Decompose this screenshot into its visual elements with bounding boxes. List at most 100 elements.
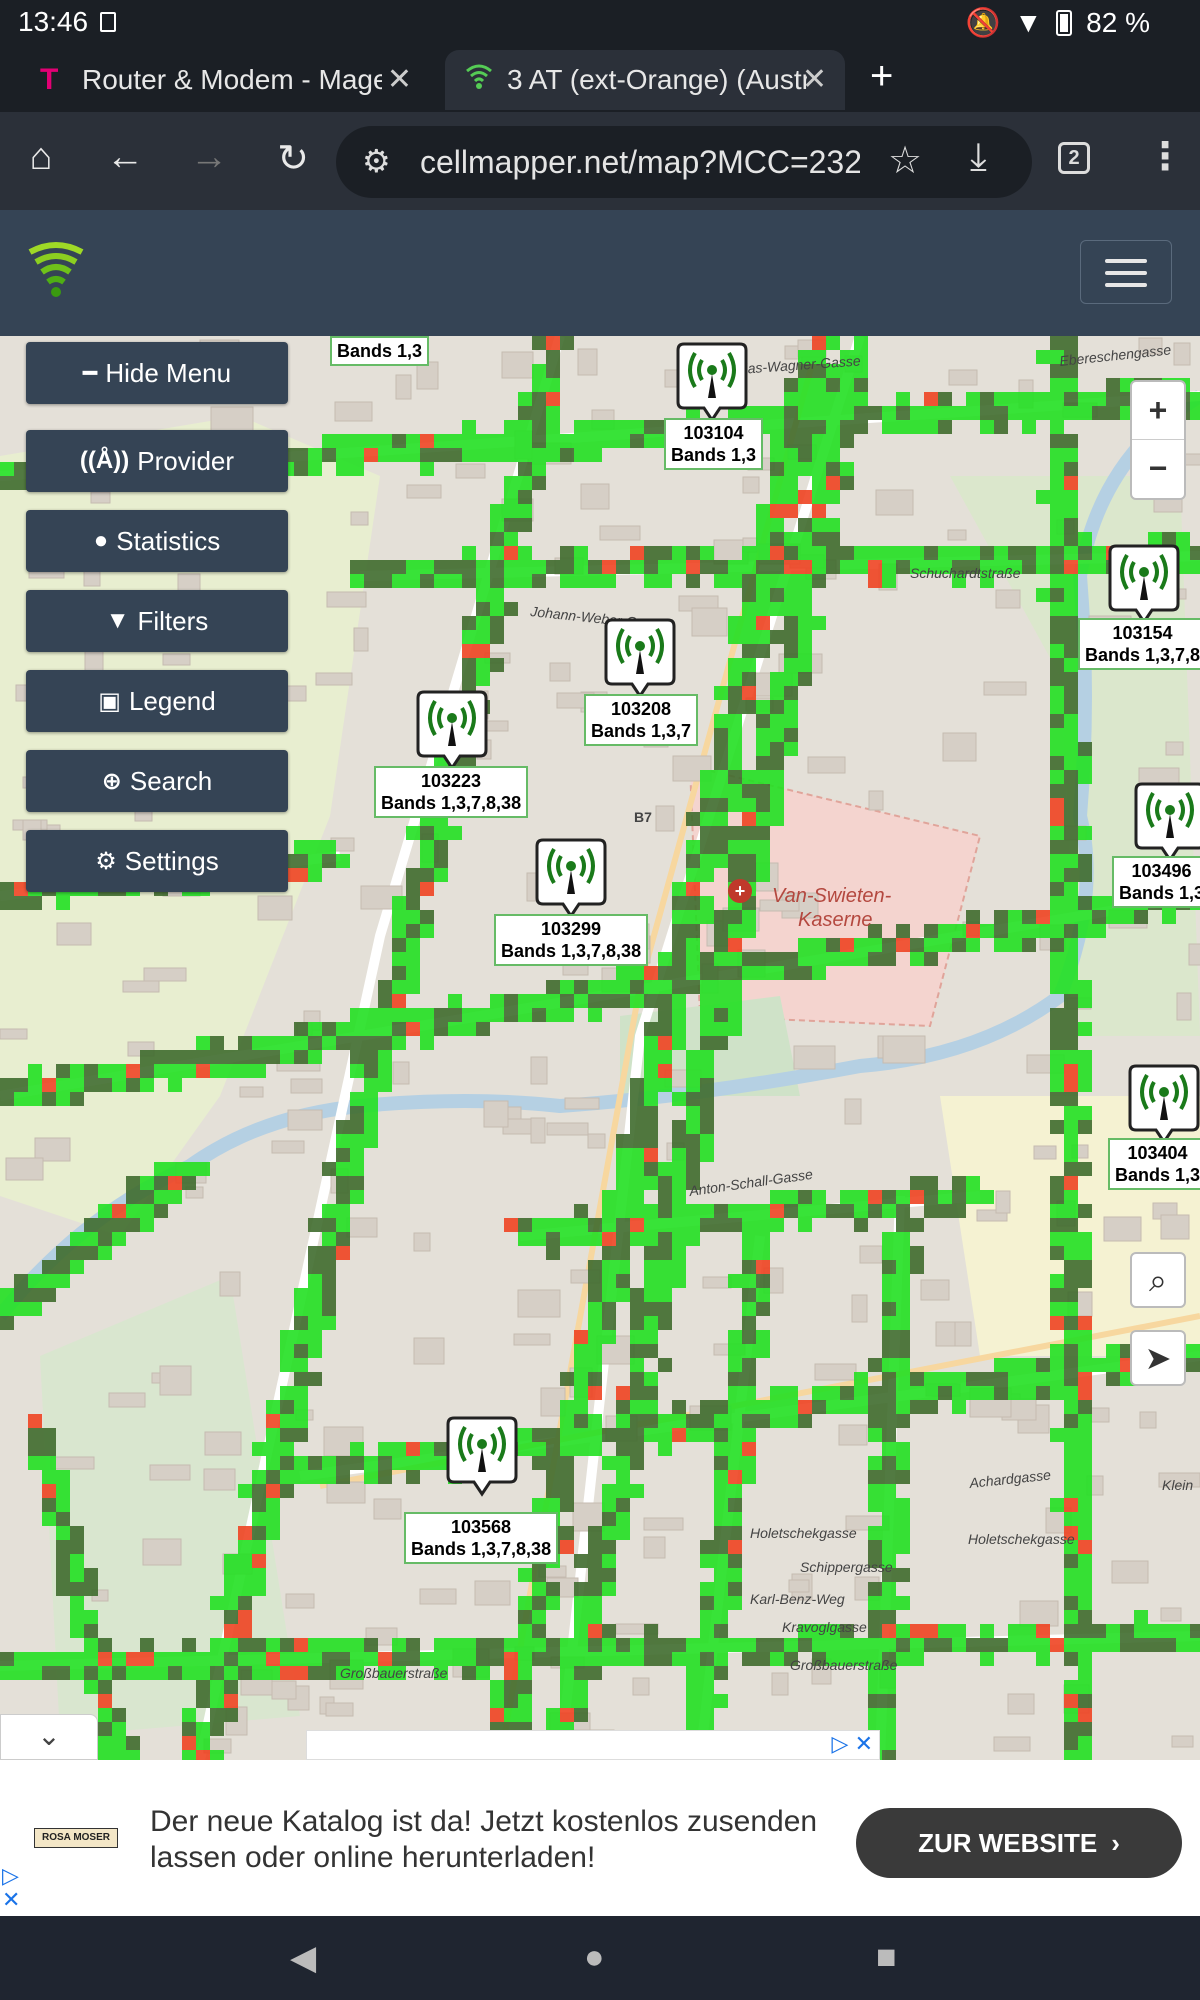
cell-tower-marker[interactable] [535,836,607,920]
tower-label[interactable]: 103223 Bands 1,3,7,8,38 [374,766,529,818]
coverage-cell [896,1414,910,1428]
reload-icon[interactable]: ↻ [268,136,318,181]
coverage-cell [700,1680,714,1694]
coverage-cell [742,546,756,560]
download-icon[interactable]: ⤓ [970,136,987,179]
hamburger-menu-button[interactable] [1080,240,1172,304]
coverage-cell [238,1666,252,1680]
building [203,1468,236,1491]
coverage-cell [812,490,826,504]
search-button[interactable]: ⊕ Search [26,750,288,812]
coverage-cell [378,560,392,574]
url-text[interactable]: cellmapper.net/map?MCC=232 [420,144,860,181]
coverage-cell [420,1022,434,1036]
ad-info-icon[interactable]: ▷ ✕ [2,1864,20,1912]
coverage-cell [868,560,882,574]
coverage-cell [924,1372,938,1386]
coverage-cell [630,1078,644,1092]
cell-tower-marker[interactable] [1108,542,1180,626]
tower-label[interactable]: 103208 Bands 1,3,7 [584,694,699,746]
tower-label[interactable]: 103299 Bands 1,3,7,8,38 [494,914,649,966]
ad-cta-button[interactable]: ZUR WEBSITE › [856,1808,1182,1878]
tower-label[interactable]: 103568 Bands 1,3,7,8,38 [404,1512,559,1564]
map-view[interactable]: Matthias-Wagner-Gasse Ebereschengasse Sc… [0,336,1200,1760]
tower-label[interactable]: 103496 Bands 1,3 [1112,856,1200,908]
coverage-cell [868,1400,882,1414]
coverage-cell [308,1246,322,1260]
building [564,1097,600,1110]
tower-label[interactable]: Bands 1,3 [330,336,430,366]
coverage-cell [910,406,924,420]
nav-back-icon[interactable]: ◀ [290,1938,316,1978]
close-tab-icon[interactable]: ✕ [387,62,412,97]
coverage-cell [1134,1610,1148,1624]
coverage-cell [546,350,560,364]
tab-router-modem[interactable]: T Router & Modem - Mager ✕ [20,50,430,110]
coverage-cell [378,1652,392,1666]
nav-home-icon[interactable]: ● [584,1938,605,1977]
coverage-cell [588,560,602,574]
tower-label[interactable]: 103154 Bands 1,3,7,8 [1078,618,1200,670]
cell-tower-marker[interactable] [1128,1062,1200,1146]
coverage-cell [182,1736,196,1750]
settings-button[interactable]: ⚙ Settings [26,830,288,892]
coverage-cell [42,1274,56,1288]
coverage-cell [714,910,728,924]
hide-menu-button[interactable]: ━ Hide Menu [26,342,288,404]
tab-switcher-button[interactable]: 2 [1058,142,1090,174]
provider-button[interactable]: ((Å)) Provider [26,430,288,492]
filters-button[interactable]: ▼ Filters [26,590,288,652]
nav-recents-icon[interactable]: ■ [876,1938,897,1977]
cell-tower-marker[interactable] [446,1414,518,1498]
coverage-cell [84,1568,98,1582]
coverage-cell [252,1498,266,1512]
coverage-cell [700,1428,714,1442]
coverage-cell [266,1036,280,1050]
tab-cellmapper[interactable]: 3 AT (ext-Orange) (Austri ✕ [445,50,845,110]
building [643,1517,684,1531]
forward-icon[interactable]: → [184,136,234,179]
tower-label[interactable]: 103104 Bands 1,3 [664,418,764,470]
coverage-cell [70,1526,84,1540]
home-icon[interactable]: ⌂ [16,136,66,179]
coverage-cell [1190,1344,1200,1358]
coverage-cell [1022,938,1036,952]
bookmark-star-icon[interactable]: ☆ [888,138,922,183]
coverage-cell [1092,560,1106,574]
ad-text[interactable]: Der neue Katalog ist da! Jetzt kostenlos… [150,1804,830,1876]
coverage-cell [896,1358,910,1372]
cell-tower-marker[interactable] [416,688,488,772]
close-tab-icon[interactable]: ✕ [802,62,827,97]
legend-button[interactable]: ▣ Legend [26,670,288,732]
new-tab-button[interactable]: + [870,54,893,99]
coverage-cell [42,1288,56,1302]
tower-label[interactable]: 103404 Bands 1,3 [1108,1138,1200,1190]
statistics-button[interactable]: ● Statistics [26,510,288,572]
coverage-cell [700,1708,714,1722]
adchoices-icon[interactable]: ▷ ✕ [832,1731,873,1757]
back-icon[interactable]: ← [100,136,150,179]
zoom-in-button[interactable]: + [1132,382,1184,440]
coverage-cell [322,1456,336,1470]
coverage-cell [770,756,784,770]
coverage-cell [336,854,350,868]
locate-button[interactable]: ➤ [1130,1330,1186,1386]
site-settings-icon[interactable]: ⚙ [362,142,391,180]
cell-tower-marker[interactable] [1134,780,1200,864]
cell-tower-marker[interactable] [676,340,748,424]
coverage-cell [924,924,938,938]
address-bar[interactable]: ⚙ cellmapper.net/map?MCC=232 ☆ ⤓ [336,126,1032,198]
collapse-ad-button[interactable]: ⌄ [0,1714,98,1760]
coverage-cell [756,770,770,784]
cell-tower-marker[interactable] [604,616,676,700]
coverage-cell [182,1050,196,1064]
coverage-cell [672,1414,686,1428]
coverage-cell [728,1582,742,1596]
zoom-out-button[interactable]: − [1132,440,1184,498]
coverage-cell [924,1176,938,1190]
cellmapper-logo[interactable] [26,240,86,305]
advertisement-banner[interactable]: ROSA MOSER Der neue Katalog ist da! Jetz… [0,1760,1200,1916]
more-menu-icon[interactable]: ⋮ [1146,134,1184,179]
search-zoom-button[interactable]: ⌕ [1130,1252,1186,1308]
ad-image-strip[interactable]: ▷ ✕ [306,1730,880,1760]
